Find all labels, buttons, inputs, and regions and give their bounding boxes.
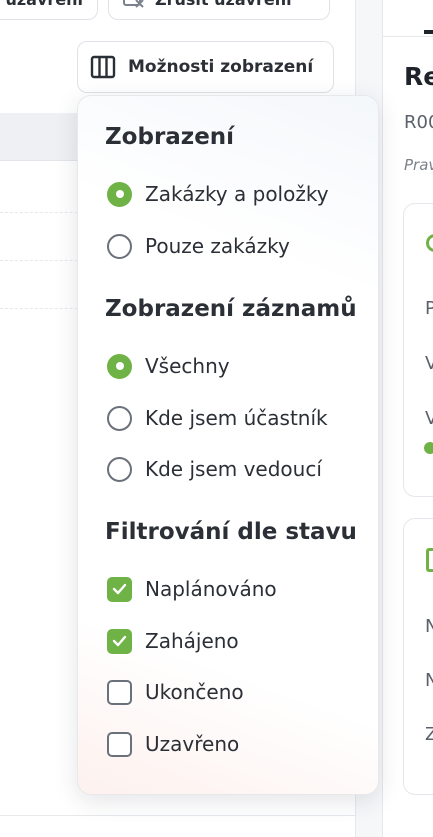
option-label: Uzavřeno bbox=[145, 732, 240, 756]
option-label: Naplánováno bbox=[145, 577, 277, 601]
checkmark-icon bbox=[107, 628, 132, 654]
radio-unchecked-icon bbox=[107, 456, 132, 482]
option-label: Všechny bbox=[145, 354, 230, 378]
records-option-leader[interactable]: Kde jsem vedoucí bbox=[107, 454, 322, 484]
radio-checked-icon bbox=[107, 181, 132, 207]
panel-card-label: P bbox=[425, 298, 433, 319]
close-button-label: uzavření bbox=[5, 0, 83, 9]
checkbox-empty-icon bbox=[107, 679, 132, 705]
display-options-button[interactable]: Možnosti zobrazení bbox=[77, 41, 334, 93]
status-filter-started[interactable]: Zahájeno bbox=[107, 626, 239, 656]
view-option-orders-and-items[interactable]: Zakázky a položky bbox=[107, 179, 329, 209]
close-button[interactable]: uzavření bbox=[0, 0, 98, 20]
option-label: Zakázky a položky bbox=[145, 182, 329, 206]
records-section-title: Zobrazení záznamů bbox=[105, 296, 357, 322]
panel-note: Prav bbox=[404, 156, 433, 174]
panel-tab-indicator bbox=[424, 30, 433, 34]
panel-code: R00 bbox=[404, 112, 433, 133]
display-options-dropdown: Zobrazení Zakázky a položky Pouze zakázk… bbox=[77, 95, 379, 795]
checkmark-icon bbox=[107, 576, 132, 602]
status-filter-title: Filtrování dle stavu bbox=[105, 519, 357, 545]
detail-panel: Re R00 Prav P V V N N Z bbox=[382, 0, 433, 837]
option-label: Zahájeno bbox=[145, 629, 239, 653]
display-options-label: Možnosti zobrazení bbox=[128, 57, 314, 77]
panel-card-label: Z bbox=[425, 724, 433, 745]
panel-card-label: V bbox=[425, 353, 433, 374]
radio-checked-icon bbox=[107, 353, 132, 379]
option-label: Kde jsem účastník bbox=[145, 406, 328, 430]
option-label: Kde jsem vedoucí bbox=[145, 457, 322, 481]
cancel-close-button[interactable]: Zrušit uzavření bbox=[108, 0, 330, 20]
checkbox-empty-icon bbox=[107, 731, 132, 757]
option-label: Ukončeno bbox=[145, 680, 244, 704]
radio-unchecked-icon bbox=[107, 233, 132, 259]
panel-card-label: V bbox=[425, 408, 433, 429]
records-option-participant[interactable]: Kde jsem účastník bbox=[107, 403, 328, 433]
view-section-title: Zobrazení bbox=[105, 124, 235, 150]
document-icon bbox=[426, 548, 433, 572]
status-dot-icon bbox=[424, 442, 433, 454]
status-filter-closed[interactable]: Uzavřeno bbox=[107, 729, 239, 759]
view-option-orders-only[interactable]: Pouze zakázky bbox=[107, 231, 290, 261]
records-option-all[interactable]: Všechny bbox=[107, 351, 230, 381]
calendar-x-icon bbox=[123, 0, 145, 8]
columns-icon bbox=[90, 54, 116, 80]
status-filter-planned[interactable]: Naplánováno bbox=[107, 574, 277, 604]
panel-card-label: N bbox=[425, 670, 433, 691]
radio-unchecked-icon bbox=[107, 405, 132, 431]
panel-card-label: N bbox=[425, 616, 433, 637]
panel-divider bbox=[383, 36, 433, 37]
footer-divider bbox=[0, 815, 356, 816]
status-filter-finished[interactable]: Ukončeno bbox=[107, 677, 244, 707]
cancel-close-button-label: Zrušit uzavření bbox=[155, 0, 292, 9]
panel-title: Re bbox=[404, 62, 433, 91]
option-label: Pouze zakázky bbox=[145, 234, 290, 258]
